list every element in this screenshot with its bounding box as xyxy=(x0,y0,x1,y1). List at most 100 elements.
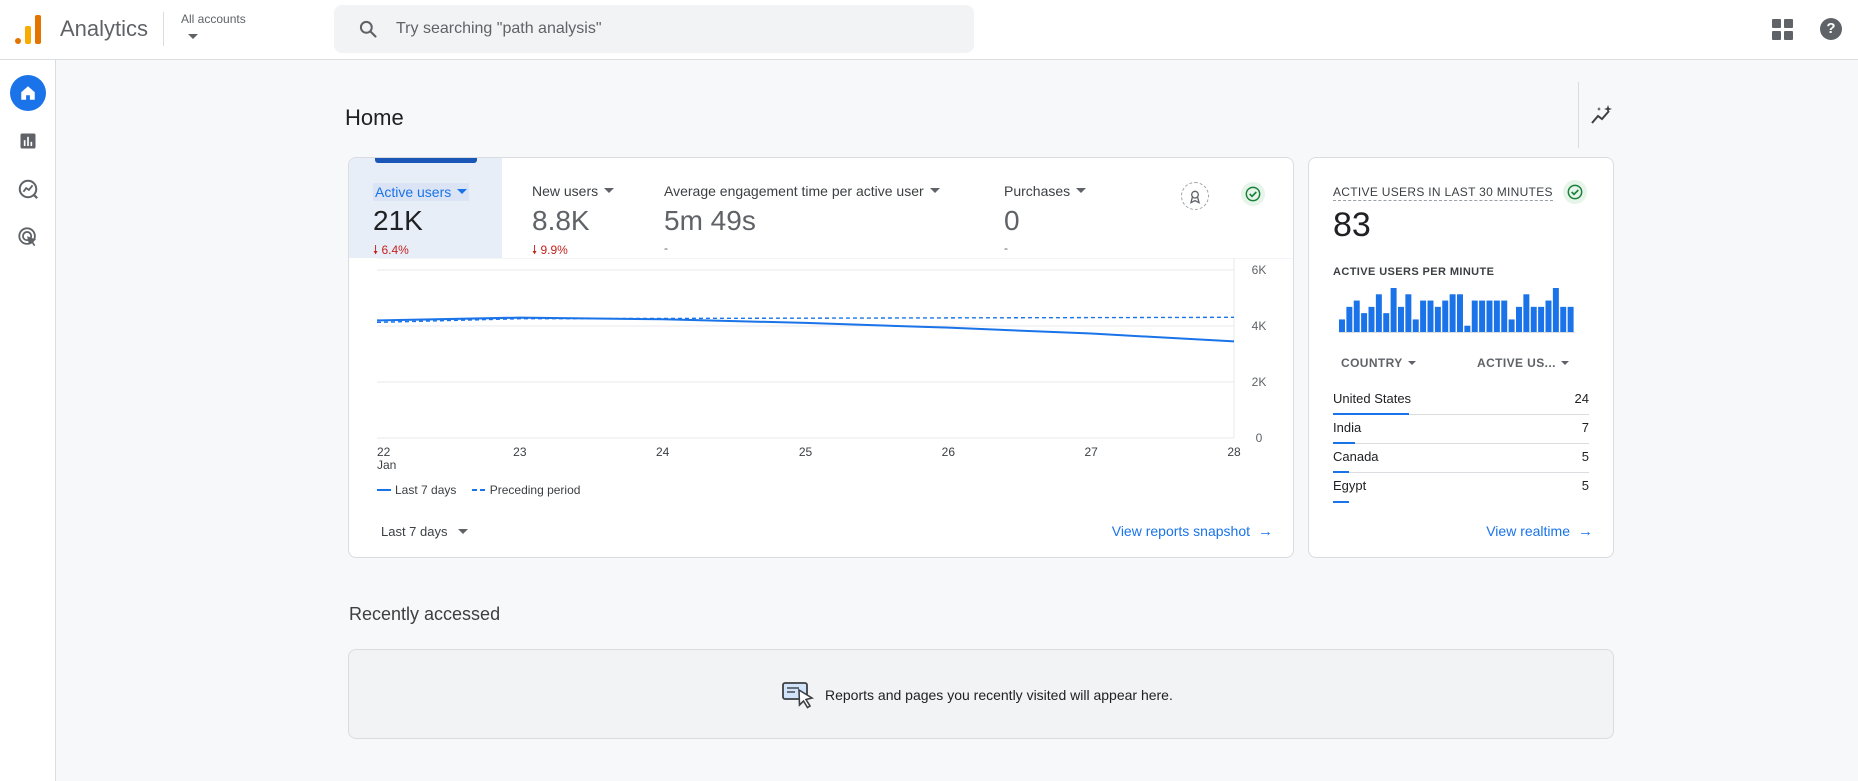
country-name: India xyxy=(1333,420,1362,435)
per-minute-bar xyxy=(1383,313,1390,332)
search-input[interactable] xyxy=(396,5,956,53)
home-icon xyxy=(21,86,35,100)
metric-tab-active-users[interactable]: Active users 21K 🠗 6.4% xyxy=(349,158,502,258)
per-minute-bar xyxy=(1434,306,1441,332)
legend-label: Preceding period xyxy=(489,483,581,497)
per-minute-bar xyxy=(1523,294,1530,332)
search-bar[interactable] xyxy=(334,5,974,53)
metric-tab-purchases[interactable]: Purchases 0 - xyxy=(972,158,1152,258)
per-minute-bar xyxy=(1501,300,1508,332)
chevron-down-icon xyxy=(604,188,615,193)
x-tick-label: 23 xyxy=(513,445,527,459)
legend-label: Last 7 days xyxy=(395,483,457,497)
bar-chart-icon xyxy=(20,133,36,149)
y-tick-label: 0 xyxy=(1256,431,1263,445)
left-nav-rail xyxy=(0,60,56,781)
date-range-dropdown[interactable]: Last 7 days xyxy=(381,524,468,539)
divider xyxy=(1578,82,1579,148)
legend-swatch-solid xyxy=(377,489,391,491)
per-minute-bar xyxy=(1361,313,1368,332)
y-tick-label: 2K xyxy=(1252,375,1267,389)
per-minute-bar xyxy=(1486,300,1493,332)
per-minute-bar xyxy=(1398,306,1404,332)
user-count: 5 xyxy=(1581,449,1589,464)
metric-value: 0 xyxy=(1004,205,1020,236)
x-tick-label: 27 xyxy=(1084,445,1098,459)
share-bar xyxy=(1333,501,1349,503)
cursor-click-icon xyxy=(782,682,815,709)
insights-sparkle-icon[interactable] xyxy=(1590,104,1614,128)
chevron-down-icon xyxy=(457,529,468,534)
chevron-down-icon xyxy=(929,188,940,193)
per-minute-bar xyxy=(1390,288,1397,332)
metric-tab-engagement-time[interactable]: Average engagement time per active user … xyxy=(632,158,972,258)
nav-explore-button[interactable] xyxy=(10,171,46,207)
metric-delta: - xyxy=(664,241,668,255)
arrow-right-icon: → xyxy=(1258,523,1273,540)
per-minute-bar xyxy=(1545,300,1552,332)
x-tick-label: 28 xyxy=(1227,445,1241,459)
per-minute-bar xyxy=(1442,300,1449,332)
metric-label[interactable]: Purchases xyxy=(1004,183,1087,199)
arrow-down-icon: 🠗 xyxy=(532,243,538,257)
realtime-title[interactable]: ACTIVE USERS IN LAST 30 MINUTES xyxy=(1333,185,1553,201)
per-minute-bar xyxy=(1405,294,1412,332)
per-minute-bar xyxy=(1353,300,1360,332)
country-name: Egypt xyxy=(1333,478,1367,493)
date-range-label: Last 7 days xyxy=(381,524,448,539)
per-minute-bar xyxy=(1538,306,1545,332)
realtime-value: 83 xyxy=(1333,206,1371,244)
explore-icon xyxy=(18,179,38,199)
account-picker[interactable]: All accounts xyxy=(181,12,246,39)
user-count: 24 xyxy=(1574,391,1589,406)
per-minute-bar-chart xyxy=(1339,288,1575,333)
empty-state-text: Reports and pages you recently visited w… xyxy=(825,687,1173,703)
per-minute-bar xyxy=(1375,294,1382,332)
user-count: 5 xyxy=(1581,478,1589,493)
top-bar: Analytics All accounts ? xyxy=(0,0,1858,60)
nav-reports-button[interactable] xyxy=(10,123,46,159)
chevron-down-icon xyxy=(457,189,468,194)
arrow-right-icon: → xyxy=(1578,523,1593,540)
metric-value: 5m 49s xyxy=(664,205,756,236)
per-minute-bar xyxy=(1530,306,1537,332)
per-minute-bar xyxy=(1471,300,1478,332)
x-tick-sublabel: Jan xyxy=(377,458,396,472)
per-minute-bar xyxy=(1457,294,1463,332)
legend-swatch-dashed xyxy=(471,489,486,491)
active-users-column-header[interactable]: ACTIVE US... xyxy=(1477,356,1569,370)
metric-label[interactable]: New users xyxy=(532,183,615,199)
overview-card: Active users 21K 🠗 6.4% New users 8.8K 🠗… xyxy=(348,157,1294,558)
search-icon xyxy=(359,20,377,38)
nav-advertising-button[interactable] xyxy=(10,219,46,255)
page-title: Home xyxy=(345,105,404,130)
link-label: View realtime xyxy=(1486,523,1570,539)
help-icon[interactable]: ? xyxy=(1820,18,1842,40)
view-realtime-link[interactable]: View realtime → xyxy=(1486,523,1593,540)
analytics-logo-icon[interactable] xyxy=(14,14,42,44)
country-name: Canada xyxy=(1333,449,1379,464)
target-cursor-icon xyxy=(18,227,37,247)
metric-label[interactable]: Active users xyxy=(373,183,470,201)
chevron-down-icon xyxy=(188,34,198,39)
apps-grid-icon[interactable] xyxy=(1772,19,1794,41)
per-minute-bar xyxy=(1560,306,1567,332)
metric-tab-new-users[interactable]: New users 8.8K 🠗 9.9% xyxy=(502,158,632,258)
per-minute-bar xyxy=(1412,319,1419,332)
nav-home-button[interactable] xyxy=(10,75,46,111)
chevron-down-icon xyxy=(1407,361,1416,365)
x-tick-label: 22 xyxy=(377,445,391,459)
table-row: Egypt 5 xyxy=(1333,473,1589,503)
table-row: Canada 5 xyxy=(1333,444,1589,473)
country-column-header[interactable]: COUNTRY xyxy=(1341,356,1416,370)
recently-accessed-panel: Reports and pages you recently visited w… xyxy=(348,649,1614,739)
table-row: India 7 xyxy=(1333,415,1589,444)
award-icon[interactable] xyxy=(1181,182,1209,210)
per-minute-bar xyxy=(1368,306,1375,332)
line-chart: 6K 4K 2K 0 22 23 24 25 26 27 28 Jan xyxy=(376,258,1293,472)
x-tick-label: 24 xyxy=(656,445,670,459)
metric-label[interactable]: Average engagement time per active user xyxy=(664,183,940,199)
per-minute-bar xyxy=(1427,300,1434,332)
per-minute-bar xyxy=(1508,319,1515,332)
view-reports-snapshot-link[interactable]: View reports snapshot → xyxy=(1112,523,1273,540)
